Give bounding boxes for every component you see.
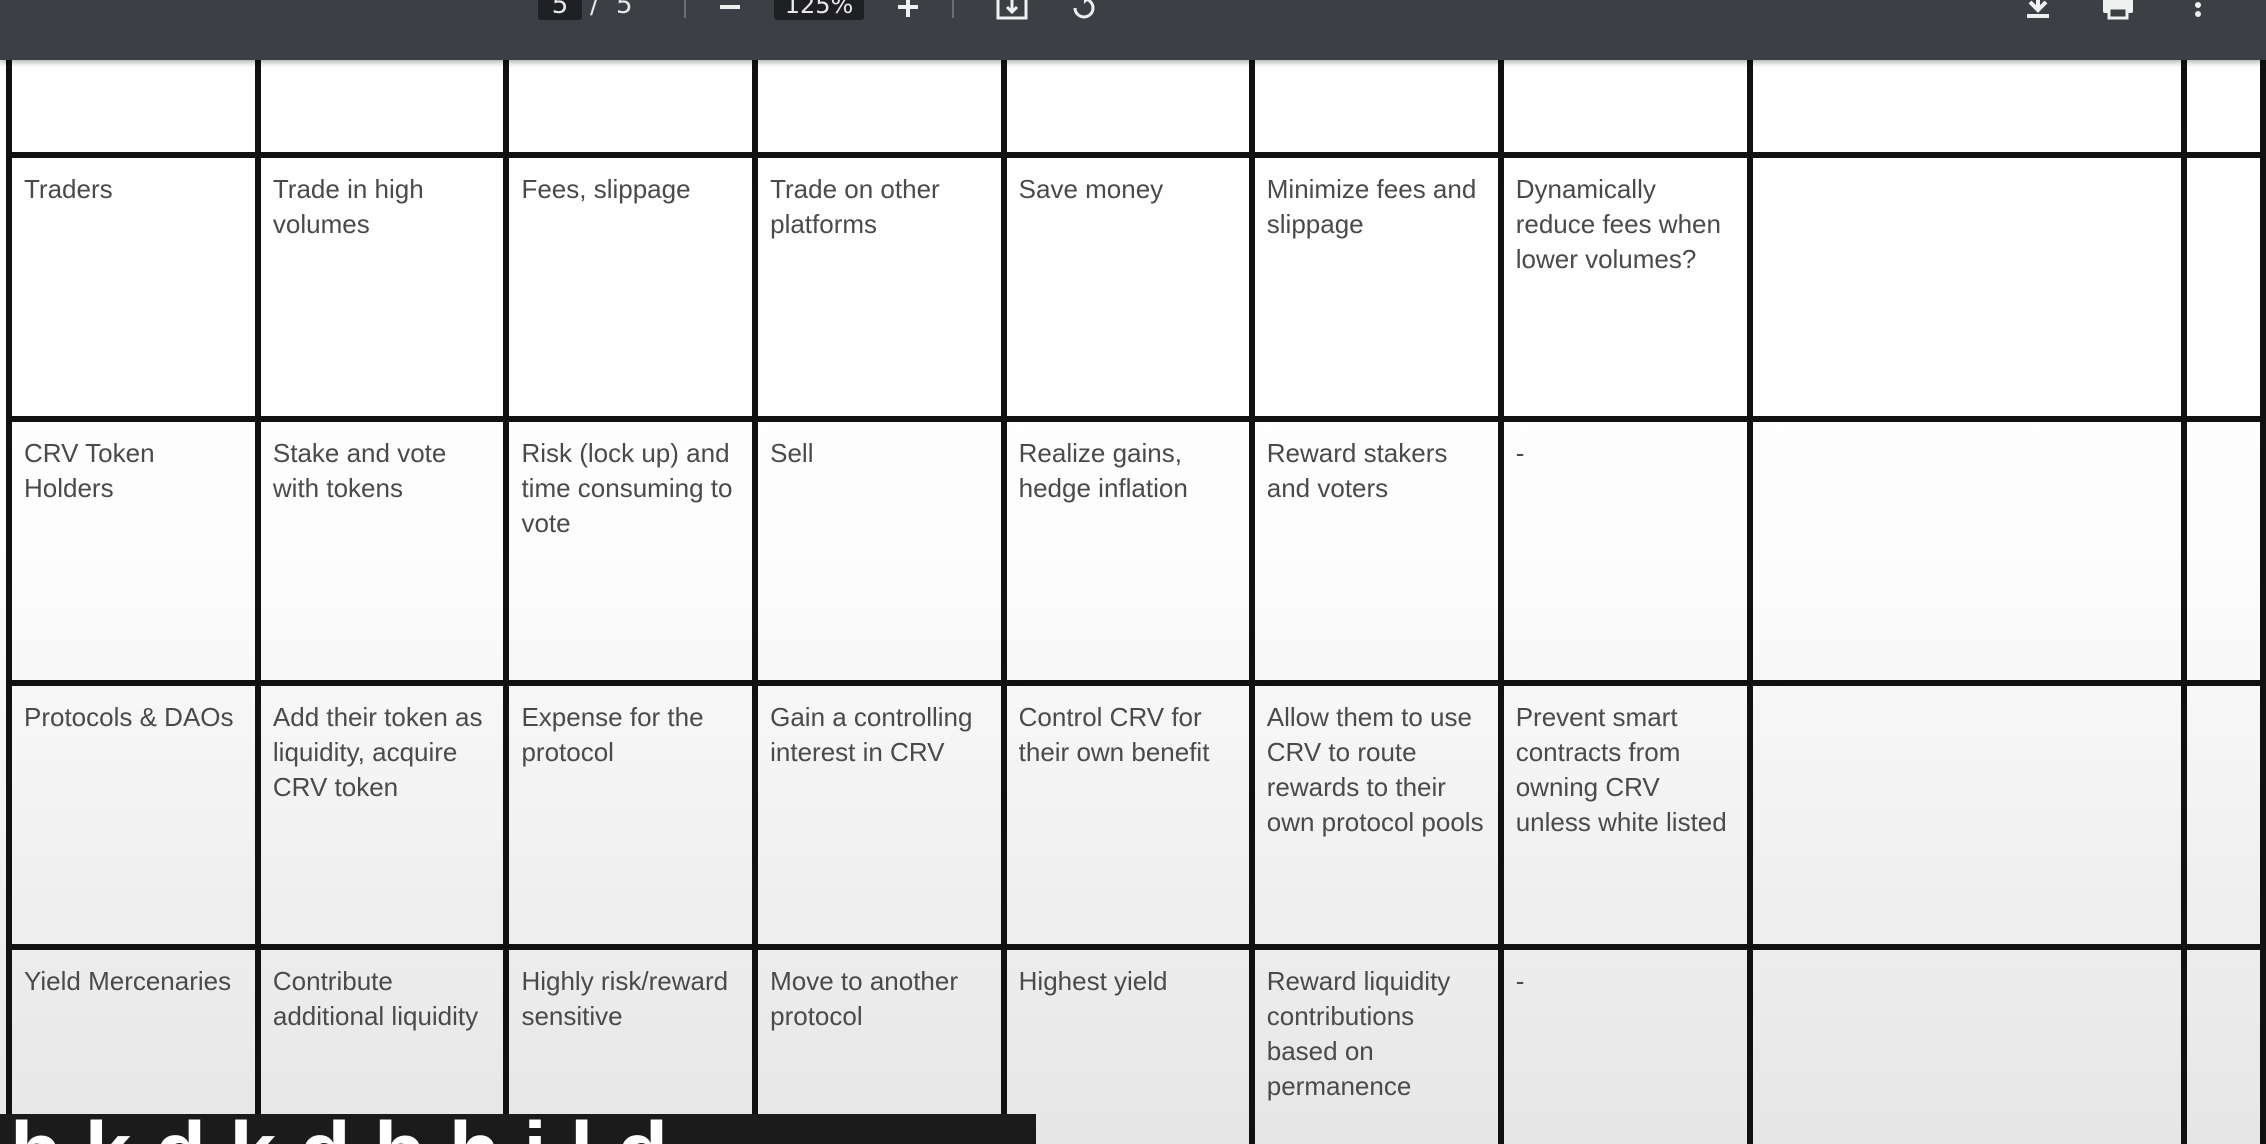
table-cell	[2180, 52, 2266, 158]
table-cell: Add their token as liquidity, acquire CR…	[254, 680, 510, 950]
table-cell	[1746, 944, 2187, 1144]
table-cell	[1746, 52, 2187, 158]
table-cell: Gain a controlling interest in CRV	[752, 680, 1007, 950]
table-cell: -	[1497, 944, 1753, 1144]
fit-page-icon	[996, 0, 1028, 20]
table-cell: -	[1497, 416, 1753, 686]
download-button[interactable]	[2018, 0, 2058, 22]
zoom-level-input[interactable]: 125%	[774, 0, 864, 20]
table-cell: Trade on other platforms	[752, 152, 1007, 422]
table-cell: Minimize fees and slippage	[1248, 152, 1504, 422]
table-cell: Reward stakers and voters	[1248, 416, 1504, 686]
table-cell: Prevent smart contracts from owning CRV …	[1497, 680, 1753, 950]
table-cell: Save money	[1000, 152, 1255, 422]
page-total: 5	[616, 0, 633, 20]
fit-page-button[interactable]	[992, 0, 1032, 22]
table-cell	[1746, 416, 2187, 686]
page-separator: /	[590, 0, 599, 20]
table-cell	[752, 52, 1007, 158]
pdf-toolbar: 5 / 5 125%	[0, 0, 2266, 60]
table-row: Protocols & DAOs Add their token as liqu…	[6, 680, 2266, 950]
page-number-input[interactable]: 5	[538, 0, 582, 20]
download-icon	[2027, 0, 2049, 18]
stakeholder-cell: CRV Token Holders	[6, 416, 261, 686]
stakeholder-table: Traders Trade in high volumes Fees, slip…	[6, 52, 2266, 1144]
table-cell: Dynamically reduce fees when lower volum…	[1497, 152, 1753, 422]
toolbar-divider	[952, 0, 954, 18]
table-cell: Stake and vote with tokens	[254, 416, 510, 686]
table-cell	[254, 52, 510, 158]
table-row: Traders Trade in high volumes Fees, slip…	[6, 152, 2266, 422]
more-vert-icon	[2195, 2, 2201, 17]
table-cell	[6, 52, 261, 158]
table-cell	[1000, 52, 1255, 158]
table-cell	[1248, 52, 1504, 158]
zoom-in-button[interactable]	[888, 0, 928, 22]
caption-text: b k d k d b h i l d	[10, 1114, 668, 1144]
table-body: Traders Trade in high volumes Fees, slip…	[6, 52, 2266, 1144]
pdf-viewer: 5 / 5 125% Traders Trade in high volumes…	[0, 0, 2266, 1144]
more-actions-button[interactable]	[2178, 0, 2218, 22]
table-cell	[2180, 416, 2266, 686]
table-cell: Fees, slippage	[503, 152, 759, 422]
table-cell: Trade in high volumes	[254, 152, 510, 422]
print-button[interactable]	[2098, 0, 2138, 22]
table-row	[6, 52, 2266, 158]
print-icon	[2103, 0, 2133, 20]
toolbar-divider	[684, 0, 686, 18]
table-cell	[1746, 680, 2187, 950]
table-cell: Risk (lock up) and time consuming to vot…	[503, 416, 759, 686]
table-cell: Sell	[752, 416, 1007, 686]
rotate-icon	[1073, 0, 1095, 19]
table-cell	[2180, 944, 2266, 1144]
table-cell	[2180, 152, 2266, 422]
zoom-out-button[interactable]	[710, 0, 750, 22]
table-cell	[1746, 152, 2187, 422]
stakeholder-cell: Traders	[6, 152, 261, 422]
table-cell: Allow them to use CRV to route rewards t…	[1248, 680, 1504, 950]
table-cell	[503, 52, 759, 158]
table-row: CRV Token Holders Stake and vote with to…	[6, 416, 2266, 686]
table-cell: Control CRV for their own benefit	[1000, 680, 1255, 950]
video-caption: b k d k d b h i l d	[0, 1114, 1036, 1144]
rotate-button[interactable]	[1064, 0, 1104, 22]
table-cell: Reward liquidity contributions based on …	[1248, 944, 1504, 1144]
stakeholder-cell: Protocols & DAOs	[6, 680, 261, 950]
table-cell: Realize gains, hedge inflation	[1000, 416, 1255, 686]
minus-icon	[720, 5, 740, 9]
table-cell	[1497, 52, 1753, 158]
table-cell	[2180, 680, 2266, 950]
plus-icon	[898, 0, 918, 17]
table-cell: Expense for the protocol	[503, 680, 759, 950]
table-cell: Highest yield	[1000, 944, 1255, 1144]
document-page: Traders Trade in high volumes Fees, slip…	[0, 52, 2266, 1144]
